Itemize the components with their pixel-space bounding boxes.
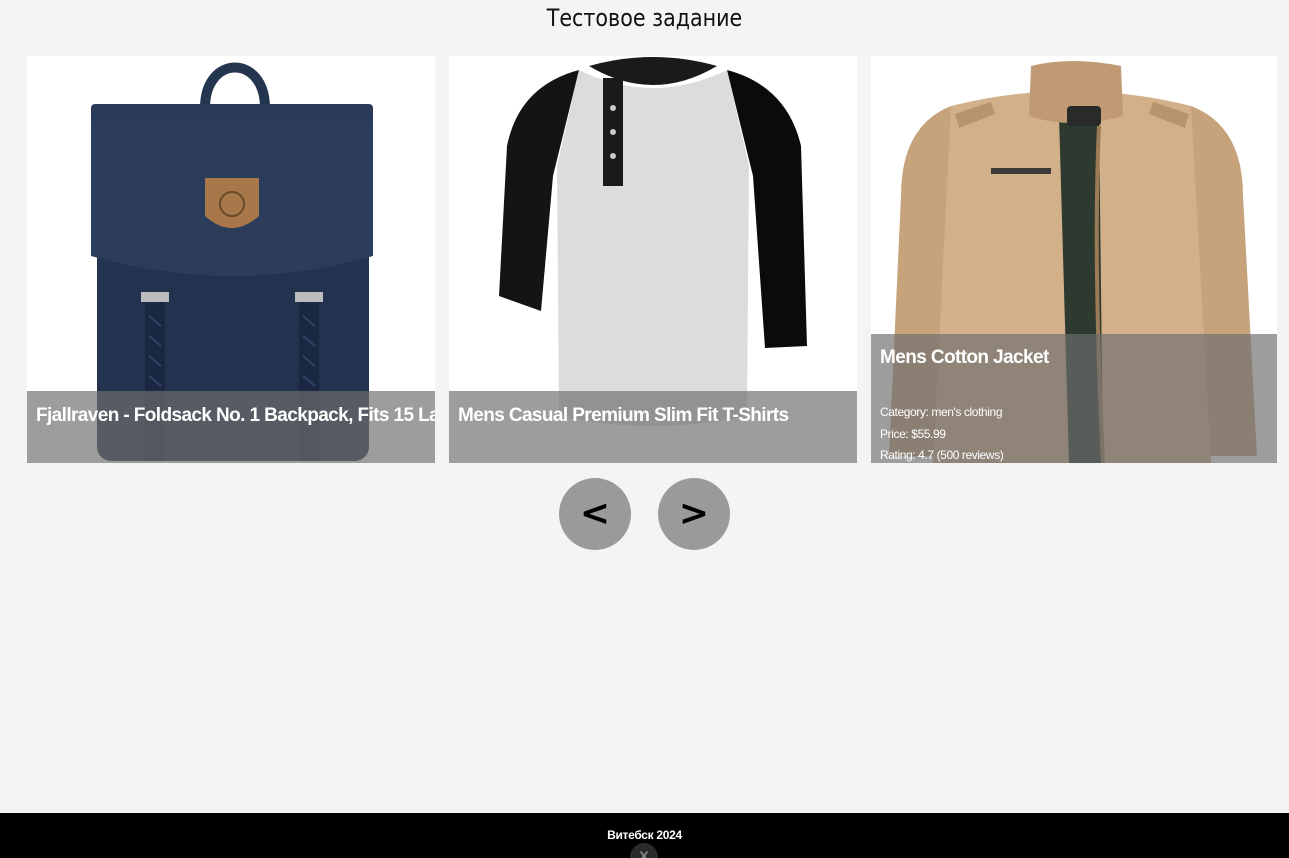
- footer: Витебск 2024 X: [0, 813, 1289, 858]
- product-card[interactable]: Mens Cotton Jacket Category: men's cloth…: [871, 56, 1277, 463]
- product-rating: Rating: 4.7 (500 reviews): [880, 448, 1004, 462]
- product-card[interactable]: Fjallraven - Foldsack No. 1 Backpack, Fi…: [27, 56, 435, 463]
- product-category: Category: men's clothing: [880, 405, 1003, 419]
- page-title: Тестовое задание: [546, 4, 743, 32]
- product-info-overlay: Fjallraven - Foldsack No. 1 Backpack, Fi…: [27, 391, 435, 463]
- page: Тестовое задание Fjallraven - Foldsack N…: [0, 0, 1289, 858]
- product-info-overlay: Mens Cotton Jacket Category: men's cloth…: [871, 334, 1277, 463]
- close-icon[interactable]: X: [630, 843, 658, 858]
- carousel-prev-button[interactable]: <: [559, 478, 631, 550]
- product-info-overlay: Mens Casual Premium Slim Fit T-Shirts: [449, 391, 857, 463]
- product-title: Fjallraven - Foldsack No. 1 Backpack, Fi…: [36, 405, 435, 426]
- product-price: Price: $55.99: [880, 427, 946, 441]
- footer-text: Витебск 2024: [607, 828, 682, 842]
- product-title: Mens Casual Premium Slim Fit T-Shirts: [458, 405, 789, 426]
- product-card[interactable]: Mens Casual Premium Slim Fit T-Shirts: [449, 56, 857, 463]
- carousel-next-button[interactable]: >: [658, 478, 730, 550]
- product-title: Mens Cotton Jacket: [880, 347, 1049, 368]
